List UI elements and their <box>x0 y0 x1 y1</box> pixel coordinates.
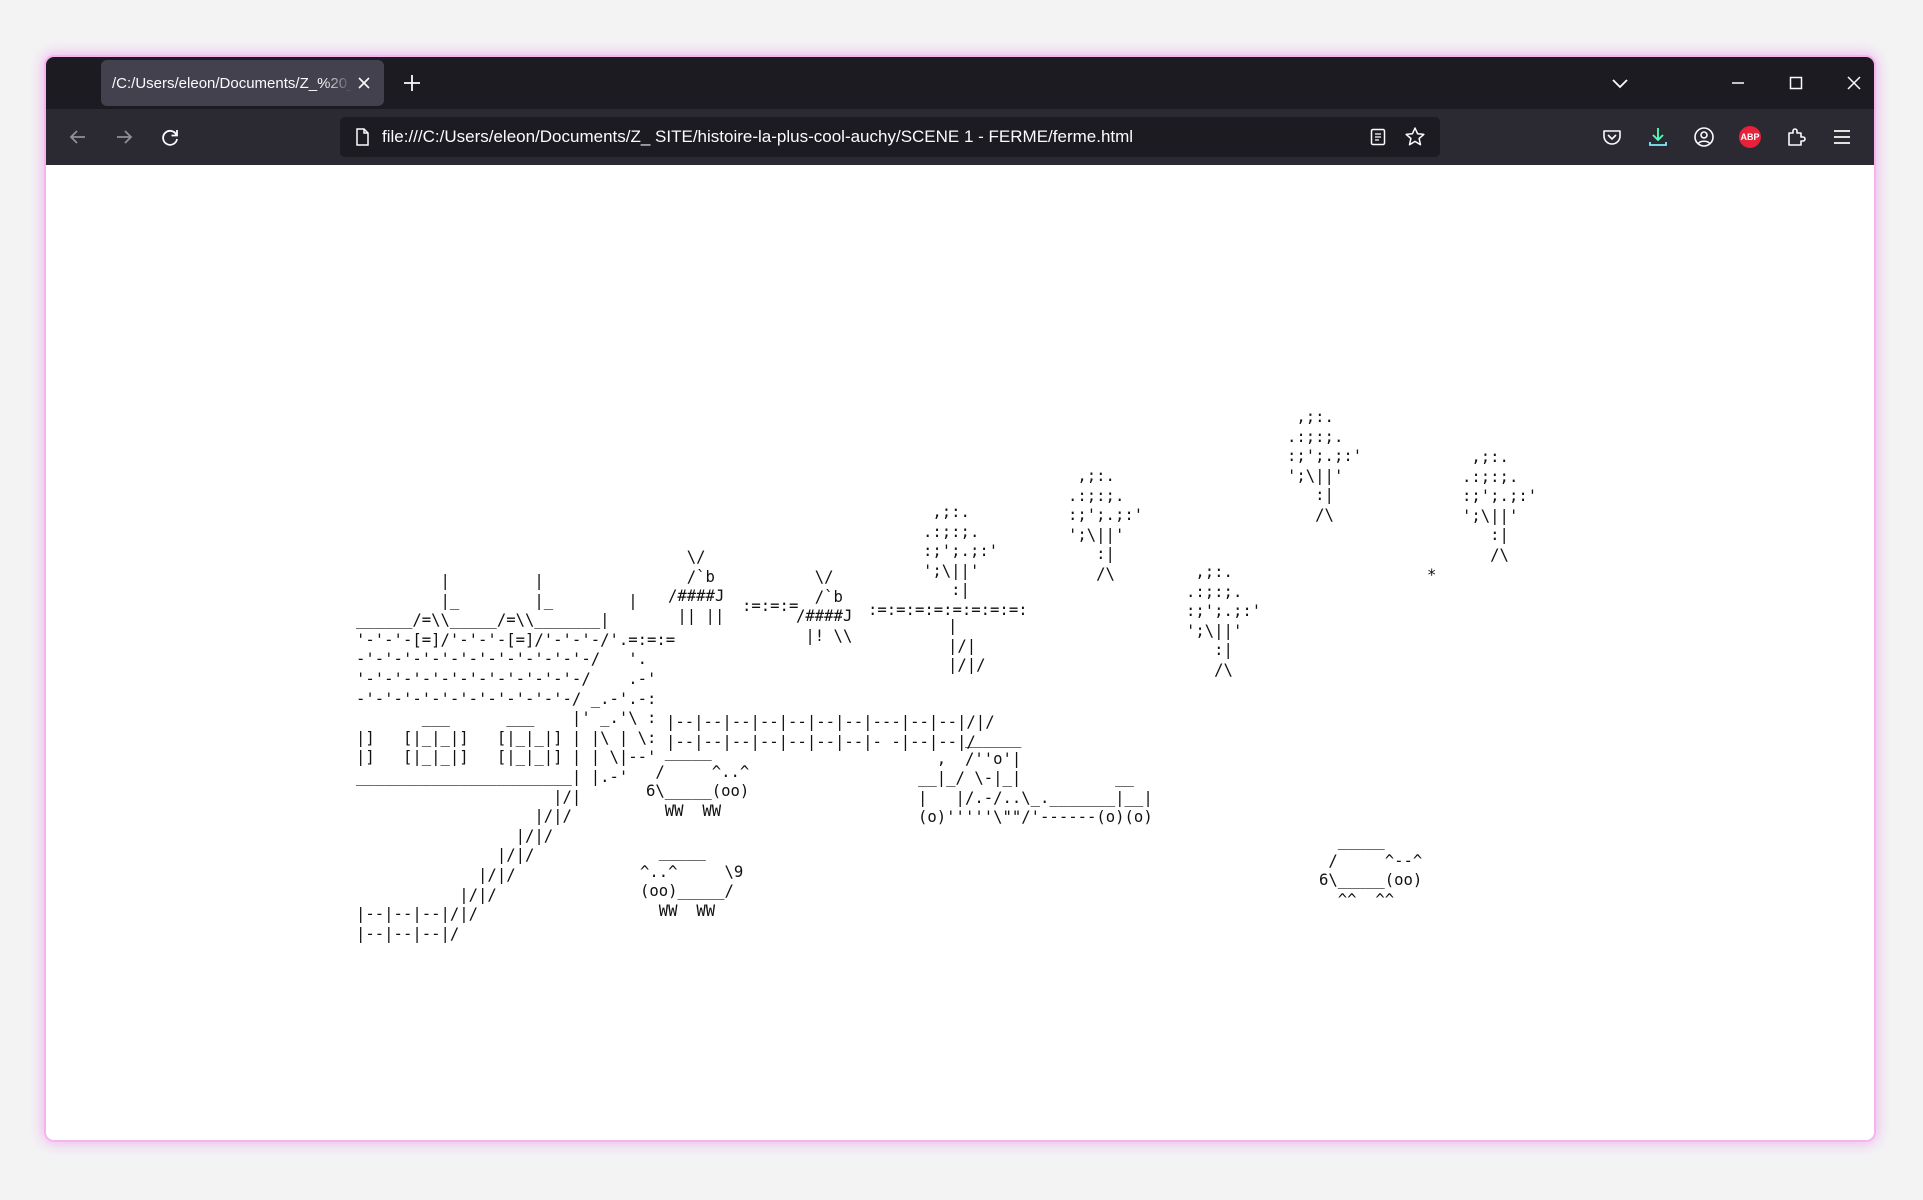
ascii-windmill-1: \/ /`b /####J || || <box>668 548 725 625</box>
close-window-icon[interactable] <box>1842 71 1866 95</box>
reload-icon[interactable] <box>156 123 184 151</box>
account-icon[interactable] <box>1690 123 1718 151</box>
address-bar[interactable]: file:///C:/Users/eleon/Documents/Z_ SITE… <box>340 117 1440 157</box>
ascii-tractor: ______ , /''o'| __|_/ \-|_| __ | |/.-/..… <box>918 730 1153 827</box>
menu-hamburger-icon[interactable] <box>1828 123 1856 151</box>
tab-bar: /C:/Users/eleon/Documents/Z_%20_SITE/his… <box>46 57 1874 109</box>
adblock-plus-icon[interactable]: ABP <box>1739 126 1761 148</box>
page-content: | | |_ |_ | ______/=\\_____/=\\_______| … <box>46 165 1874 1140</box>
maximize-icon[interactable] <box>1784 71 1808 95</box>
extensions-puzzle-icon[interactable] <box>1782 123 1810 151</box>
ascii-cow-1: _____ / ^..^ 6\_____(oo) WW WW <box>646 743 750 820</box>
url-text[interactable]: file:///C:/Users/eleon/Documents/Z_ SITE… <box>382 127 1133 147</box>
navigation-toolbar: file:///C:/Users/eleon/Documents/Z_ SITE… <box>46 109 1874 165</box>
ascii-fence-post: | |/| |/|/ <box>948 617 986 675</box>
reader-view-icon[interactable] <box>1367 126 1389 153</box>
browser-window: /C:/Users/eleon/Documents/Z_%20_SITE/his… <box>46 57 1874 1140</box>
ascii-tree-1: ,;:. .:;:;. :;';.;:' ';\||' :| <box>923 503 999 600</box>
ascii-connector: :=:=:= <box>742 597 799 615</box>
minimize-icon[interactable] <box>1726 71 1750 95</box>
ascii-windmill-2: \/ /`b /####J |! \\ <box>796 568 853 645</box>
ascii-tree-4: ,;:. .:;:;. :;';.;:' ';\||' :| /\ <box>1287 408 1363 524</box>
ascii-tree-3: ,;:. .:;:;. :;';.;:' ';\||' :| /\ <box>1186 563 1262 679</box>
ascii-cow-3: _____ / ^--^ 6\_____(oo) ^^ ^^ <box>1319 832 1423 909</box>
tab-title: /C:/Users/eleon/Documents/Z_%20_SITE/his… <box>112 74 352 92</box>
ascii-tree-5: ,;:. .:;:;. :;';.;:' ';\||' :| /\ <box>1462 448 1538 564</box>
pocket-icon[interactable] <box>1598 123 1626 151</box>
new-tab-icon[interactable] <box>400 71 424 95</box>
close-tab-icon[interactable] <box>354 73 374 93</box>
downloads-icon[interactable] <box>1644 123 1672 151</box>
ascii-star: * <box>1427 566 1437 584</box>
ascii-farm-building: | | |_ |_ | ______/=\\_____/=\\_______| … <box>356 572 676 943</box>
ascii-cow-2: _____ ^..^ \9 (oo)_____/ WW WW <box>640 843 744 920</box>
active-tab[interactable]: /C:/Users/eleon/Documents/Z_%20_SITE/his… <box>101 60 384 106</box>
page-document-icon[interactable] <box>351 126 373 153</box>
ascii-tree-2: ,;:. .:;:;. :;';.;:' ';\||' :| /\ <box>1068 467 1144 583</box>
ascii-fence-rail: :=:=:=:=:=:=:=:=: <box>868 601 1028 619</box>
list-tabs-chevron-icon[interactable] <box>1608 71 1632 95</box>
back-arrow-icon[interactable] <box>64 123 92 151</box>
forward-arrow-icon[interactable] <box>110 123 138 151</box>
bookmark-star-icon[interactable] <box>1403 125 1427 154</box>
